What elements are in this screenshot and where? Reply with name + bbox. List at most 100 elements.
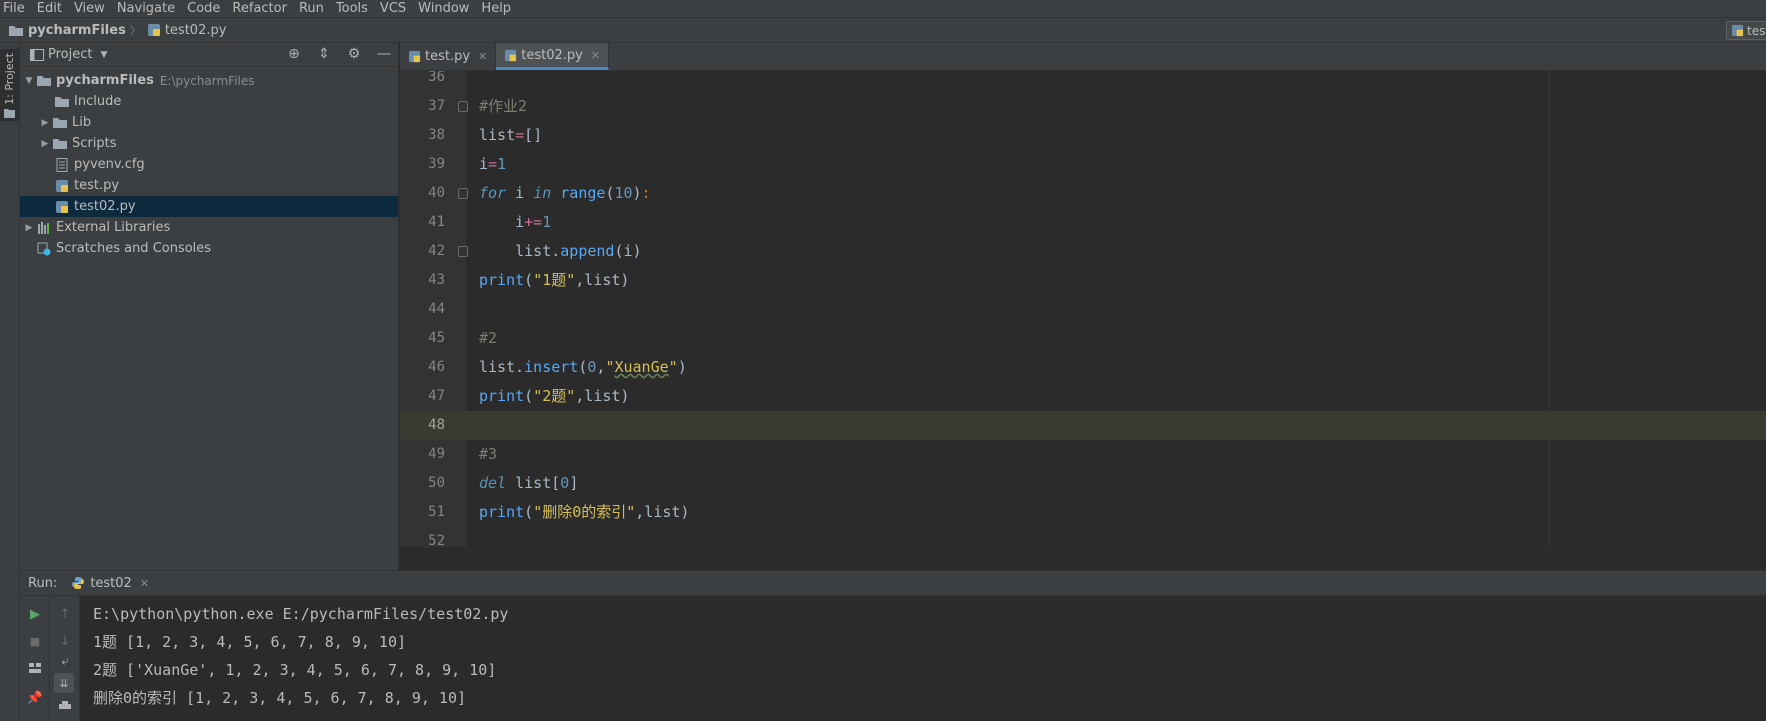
menu-file[interactable]: File — [0, 0, 31, 17]
project-view-icon — [30, 48, 44, 61]
tree-item-scratches[interactable]: Scratches and Consoles — [20, 238, 398, 259]
tab-test02-py[interactable]: test02.py ✕ — [496, 43, 610, 70]
python-file-icon — [147, 24, 160, 36]
python-file-icon — [505, 49, 517, 61]
project-panel-title[interactable]: Project — [48, 47, 92, 62]
close-icon[interactable]: ✕ — [140, 577, 149, 590]
chevron-right-icon[interactable]: ▶ — [38, 139, 52, 149]
tree-item-label: pyvenv.cfg — [74, 157, 145, 172]
run-tab-test02[interactable]: test02 ✕ — [71, 576, 149, 591]
tree-item-lib[interactable]: ▶ Lib — [20, 112, 398, 133]
code-line: 39 i=1 — [400, 150, 1766, 179]
stop-icon[interactable]: ■ — [25, 631, 45, 651]
console-line: 1题 [1, 2, 3, 4, 5, 6, 7, 8, 9, 10] — [93, 633, 407, 651]
tree-root-path: E:\pycharmFiles — [159, 73, 255, 88]
line-number: 42 — [428, 243, 445, 259]
collapse-all-icon[interactable]: ⇕ — [316, 46, 332, 62]
folder-icon — [52, 116, 68, 130]
menu-code[interactable]: Code — [181, 0, 226, 17]
arrow-up-icon[interactable]: ↑ — [55, 604, 75, 624]
code-comment: #作业2 — [479, 97, 528, 115]
run-panel-label: Run: — [28, 575, 58, 591]
console-line: E:\python\python.exe E:/pycharmFiles/tes… — [93, 605, 509, 623]
pin-icon[interactable]: 📌 — [25, 688, 45, 708]
menu-vcs[interactable]: VCS — [374, 0, 412, 17]
close-icon[interactable]: ✕ — [478, 50, 487, 63]
code-line: 38 list=[] — [400, 121, 1766, 150]
menu-tools[interactable]: Tools — [330, 0, 374, 17]
menu-view[interactable]: View — [68, 0, 111, 17]
run-icon[interactable]: ▶ — [25, 604, 45, 624]
code-line: 50 del list[0] — [400, 469, 1766, 498]
chevron-down-icon[interactable]: ▼ — [22, 76, 36, 86]
menu-refactor[interactable]: Refactor — [226, 0, 293, 17]
code-text: list=[] — [479, 126, 543, 144]
tree-item-pyvenv[interactable]: pyvenv.cfg — [20, 154, 398, 175]
line-number: 38 — [428, 127, 445, 143]
layout-icon[interactable] — [25, 658, 45, 678]
gear-icon[interactable]: ⚙ — [346, 46, 362, 62]
folder-icon — [4, 108, 15, 118]
fold-marker-icon[interactable] — [458, 246, 468, 257]
code-line-current: 48 — [400, 411, 1766, 440]
code-line: 37 #作业2 — [400, 92, 1766, 121]
chevron-right-icon[interactable]: ▶ — [38, 118, 52, 128]
code-line: 42 list.append(i) — [400, 237, 1766, 266]
tree-item-test02-py[interactable]: test02.py — [20, 196, 398, 217]
line-number: 43 — [428, 272, 445, 288]
locate-icon[interactable]: ⊕ — [286, 46, 302, 62]
line-number: 37 — [428, 98, 445, 114]
tab-label: test.py — [425, 49, 471, 64]
tree-item-external-libraries[interactable]: ▶ External Libraries — [20, 217, 398, 238]
breadcrumb-project[interactable]: pycharmFiles — [8, 23, 126, 38]
code-comment: #3 — [479, 445, 498, 463]
line-number: 51 — [428, 504, 445, 520]
line-number: 44 — [428, 301, 445, 317]
code-editor[interactable]: 36 37 #作业2 38 list=[] 39 i=1 40 for i in… — [400, 71, 1766, 547]
tree-item-label: Scripts — [72, 136, 117, 151]
python-file-icon — [1731, 24, 1744, 37]
tab-test-py[interactable]: test.py ✕ — [400, 43, 497, 70]
chevron-down-icon[interactable]: ▼ — [100, 50, 107, 60]
breadcrumb-file[interactable]: test02.py — [147, 23, 226, 38]
tree-item-label: Lib — [72, 115, 92, 130]
tree-item-include[interactable]: Include — [20, 91, 398, 112]
run-console-output[interactable]: E:\python\python.exe E:/pycharmFiles/tes… — [80, 596, 1766, 721]
run-configuration-selector[interactable]: test02 — [1726, 21, 1766, 40]
code-line: 36 — [400, 71, 1766, 92]
close-icon[interactable]: ✕ — [591, 49, 600, 62]
breadcrumb-separator: 〉 — [129, 24, 141, 37]
line-number: 40 — [428, 185, 445, 201]
tree-item-scripts[interactable]: ▶ Scripts — [20, 133, 398, 154]
scroll-to-end-icon[interactable]: ⇊ — [54, 673, 74, 693]
soft-wrap-icon[interactable]: ⤶ — [55, 651, 75, 671]
tree-item-label: Scratches and Consoles — [56, 241, 212, 256]
arrow-down-icon[interactable]: ↓ — [55, 631, 75, 651]
code-text: print("删除0的索引",list) — [479, 503, 690, 521]
breadcrumb-project-label: pycharmFiles — [28, 22, 126, 38]
code-line: 49 #3 — [400, 440, 1766, 469]
code-line: 47 print("2题",list) — [400, 382, 1766, 411]
menu-window[interactable]: Window — [412, 0, 475, 17]
project-tool-button[interactable]: 1: Project — [0, 49, 19, 121]
folder-icon — [36, 74, 52, 88]
fold-marker-icon[interactable] — [458, 101, 468, 112]
line-number: 49 — [428, 446, 445, 462]
folder-icon — [52, 137, 68, 151]
minimize-icon[interactable]: — — [376, 46, 392, 62]
line-number: 46 — [428, 359, 445, 375]
menu-navigate[interactable]: Navigate — [111, 0, 181, 17]
scratches-icon — [36, 242, 52, 256]
print-icon[interactable] — [55, 696, 75, 716]
line-number: 52 — [428, 533, 445, 547]
menu-run[interactable]: Run — [293, 0, 330, 17]
line-number: 36 — [428, 71, 445, 85]
code-line: 45 #2 — [400, 324, 1766, 353]
code-text: i+=1 — [479, 213, 552, 231]
menu-help[interactable]: Help — [475, 0, 517, 17]
menu-edit[interactable]: Edit — [31, 0, 68, 17]
tree-root[interactable]: ▼ pycharmFiles E:\pycharmFiles — [20, 70, 398, 91]
chevron-right-icon[interactable]: ▶ — [22, 223, 36, 233]
tree-item-test-py[interactable]: test.py — [20, 175, 398, 196]
fold-marker-icon[interactable] — [458, 188, 468, 199]
